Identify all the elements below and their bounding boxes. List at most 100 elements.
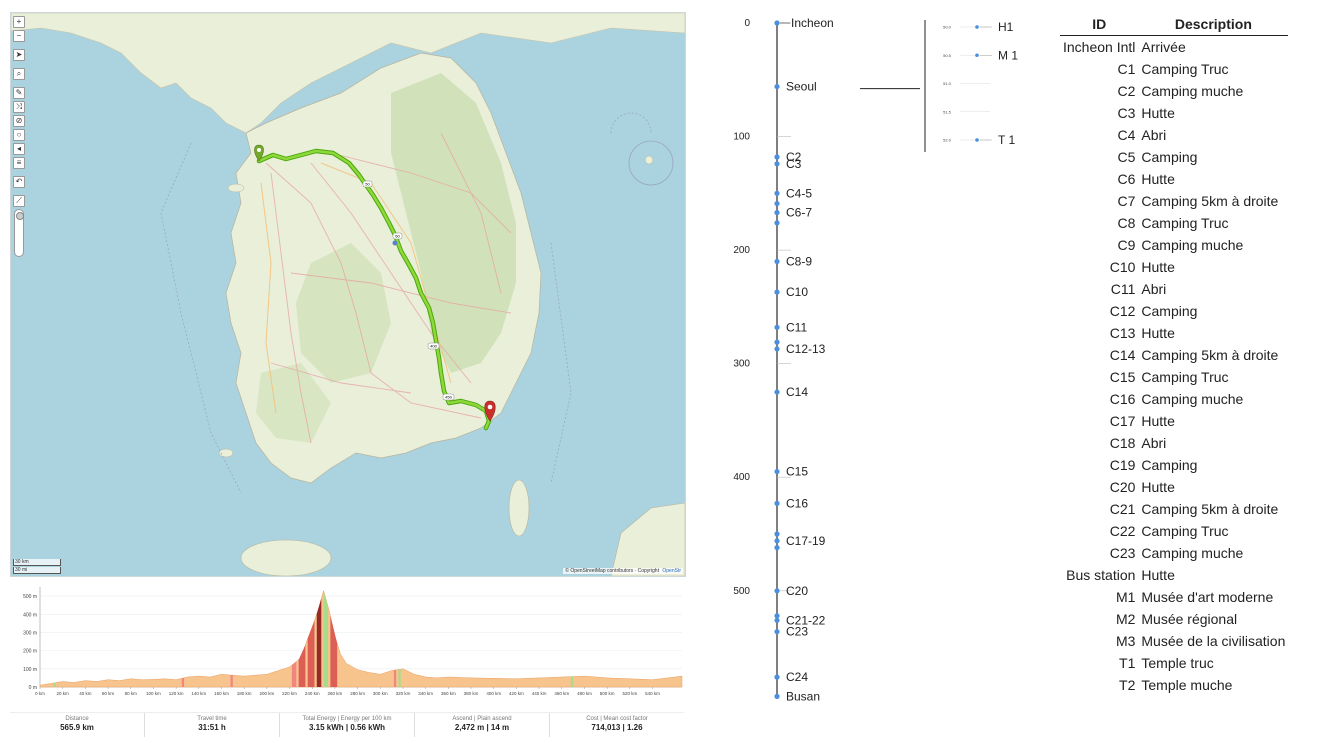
reverse-route-button[interactable]: ⤨ <box>13 101 25 113</box>
timeline-stop-label: C20 <box>786 584 808 598</box>
elevation-chart[interactable]: 500 m400 m300 m200 m100 m0 m0 km 20 km 40 … <box>10 577 684 710</box>
elev-x-tick: 280 km <box>350 691 365 696</box>
row-id: C11 <box>1110 281 1136 297</box>
elev-slope-band <box>570 676 574 687</box>
timeline-stop-dot[interactable] <box>774 339 780 345</box>
row-id: C20 <box>1109 479 1136 495</box>
draw-circle-button[interactable]: ○ <box>13 129 25 141</box>
timeline-stop-dot[interactable] <box>774 83 780 90</box>
timeline-stop-dot[interactable] <box>774 617 780 623</box>
locate-button[interactable]: ➤ <box>13 49 25 61</box>
table-row: C23 Camping muche <box>1060 542 1288 564</box>
mini-point-dot[interactable] <box>975 25 979 29</box>
timeline-stop-dot[interactable] <box>774 20 780 26</box>
timeline-stop-dot[interactable] <box>774 500 780 506</box>
mini-point-dot[interactable] <box>975 138 979 142</box>
route-timeline: 0 100 200 300 400 500 Incheon Seoul C2 C3 C4-5 C6-7… <box>720 12 920 712</box>
timeline-stop-dot[interactable] <box>774 389 780 395</box>
stat-label: Total Energy | Energy per 100 km <box>302 716 392 722</box>
table-row: C9 Camping muche <box>1060 234 1288 256</box>
timeline-stop-dot[interactable] <box>774 674 780 680</box>
row-id: C13 <box>1109 325 1136 341</box>
timeline-tick: 200 <box>733 245 750 256</box>
timeline-stop-dot[interactable] <box>774 629 780 635</box>
row-description: Musée de la civilisation <box>1141 633 1286 649</box>
stat-cell: Ascend | Plain ascend 2,472 m | 14 m <box>415 713 550 737</box>
elevation-profile[interactable]: 500 m 400 m 300 m 200 m 100 m0 m0 km 20 km 40 … <box>10 577 684 710</box>
map-attribution[interactable]: © OpenStreetMap contributors · Copyright… <box>563 568 683 574</box>
timeline-stop-dot[interactable] <box>774 538 780 544</box>
elev-slope-band <box>230 675 233 687</box>
draw-route-button[interactable]: ✎ <box>13 87 25 99</box>
row-id: C23 <box>1109 545 1136 561</box>
row-id: C17 <box>1109 413 1136 429</box>
timeline-stop-dot[interactable] <box>774 613 780 619</box>
elev-x-tick: 0 km <box>35 691 45 696</box>
undo-button[interactable]: ↶ <box>13 176 25 188</box>
zoom-slider-handle[interactable] <box>16 212 24 220</box>
table-row: C4 Abri <box>1060 124 1288 146</box>
map-view[interactable]: 50 60 400 450 + − ➤ ⌕ ✎ ⤨ ⊘ ○ ◂ ≡ ↶ ⟋ 30 km 30 mi ©… <box>10 12 686 577</box>
mini-point-label: M 1 <box>998 48 1018 62</box>
elev-area[interactable] <box>39 589 683 688</box>
timeline-stop-label: C16 <box>786 496 808 510</box>
japan-kyushu <box>610 502 685 576</box>
route-waypoint[interactable] <box>392 240 398 246</box>
layers-button[interactable]: ≡ <box>13 157 25 169</box>
row-description: Arrivée <box>1141 39 1186 55</box>
table-row: C19 Camping <box>1060 454 1288 476</box>
map-canvas[interactable]: 50 60 400 450 <box>11 13 685 576</box>
map-toolbar: + − ➤ ⌕ ✎ ⤨ ⊘ ○ ◂ ≡ ↶ ⟋ <box>13 16 25 257</box>
timeline-stop-dot[interactable] <box>774 346 780 352</box>
row-description: Camping Truc <box>1141 369 1229 385</box>
timeline-stop-dot[interactable] <box>774 324 780 330</box>
timeline-stop-dot[interactable] <box>774 161 780 167</box>
timeline-stop-dot[interactable] <box>774 258 780 265</box>
timeline-stop-dot[interactable] <box>774 289 780 295</box>
mini-point-dot[interactable] <box>975 53 979 58</box>
elev-x-tick: 20 km <box>57 691 70 696</box>
timeline-stop-label: C23 <box>786 625 808 639</box>
row-description: Camping Truc <box>1141 61 1229 77</box>
table-header-row: ID Description <box>1060 16 1289 36</box>
row-description: Hutte <box>1141 259 1175 275</box>
timeline-stop-dot[interactable] <box>774 154 780 160</box>
elev-slope-band <box>398 669 401 687</box>
row-description: Hutte <box>1141 325 1175 341</box>
jeju-island <box>240 539 332 576</box>
timeline-stop-dot[interactable] <box>774 693 780 700</box>
elev-x-tick: 400 km <box>486 691 501 696</box>
timeline-tick: 0 <box>744 18 750 29</box>
timeline-stop-dot[interactable] <box>774 200 780 207</box>
elev-x-tick: 360 km <box>441 691 456 696</box>
timeline-stop-dot[interactable] <box>774 468 780 475</box>
row-description: Temple muche <box>1141 677 1233 693</box>
elevation-toggle-button[interactable]: ⟋ <box>13 195 25 207</box>
zoom-in-button[interactable]: + <box>13 16 25 28</box>
timeline-stop-dot[interactable] <box>774 545 780 551</box>
timeline-stop-dot[interactable] <box>774 220 780 226</box>
table-row: C12 Camping <box>1060 300 1288 322</box>
timeline-stop-dot[interactable] <box>774 190 780 196</box>
sound-button[interactable]: ◂ <box>13 143 25 155</box>
timeline-stop-dot[interactable] <box>774 588 780 594</box>
table-row: Incheon Intl Arrivée <box>1060 36 1288 59</box>
zoom-slider[interactable] <box>14 209 24 257</box>
zoom-out-button[interactable]: − <box>13 30 25 42</box>
table-row: C3 Hutte <box>1060 102 1288 124</box>
delete-route-button[interactable]: ⊘ <box>13 115 25 127</box>
attribution-text[interactable]: © OpenStreetMap contributors · Copyright <box>565 568 659 574</box>
row-id: C15 <box>1109 369 1136 385</box>
row-description: Camping <box>1141 303 1198 319</box>
timeline-stop-dot[interactable] <box>774 210 780 216</box>
elev-x-tick: 160 km <box>214 691 229 696</box>
stat-value: 3.15 kWh | 0.56 kWh <box>308 723 386 732</box>
search-button[interactable]: ⌕ <box>13 68 25 80</box>
row-description: Hutte <box>1141 479 1175 495</box>
timeline-stop-dot[interactable] <box>774 531 780 537</box>
timeline-stop-label: C17-19 <box>786 534 826 548</box>
row-description: Camping 5km à droite <box>1141 193 1279 209</box>
table-row: C14 Camping 5km à droite <box>1060 344 1288 366</box>
row-id: Incheon Intl <box>1063 39 1136 55</box>
